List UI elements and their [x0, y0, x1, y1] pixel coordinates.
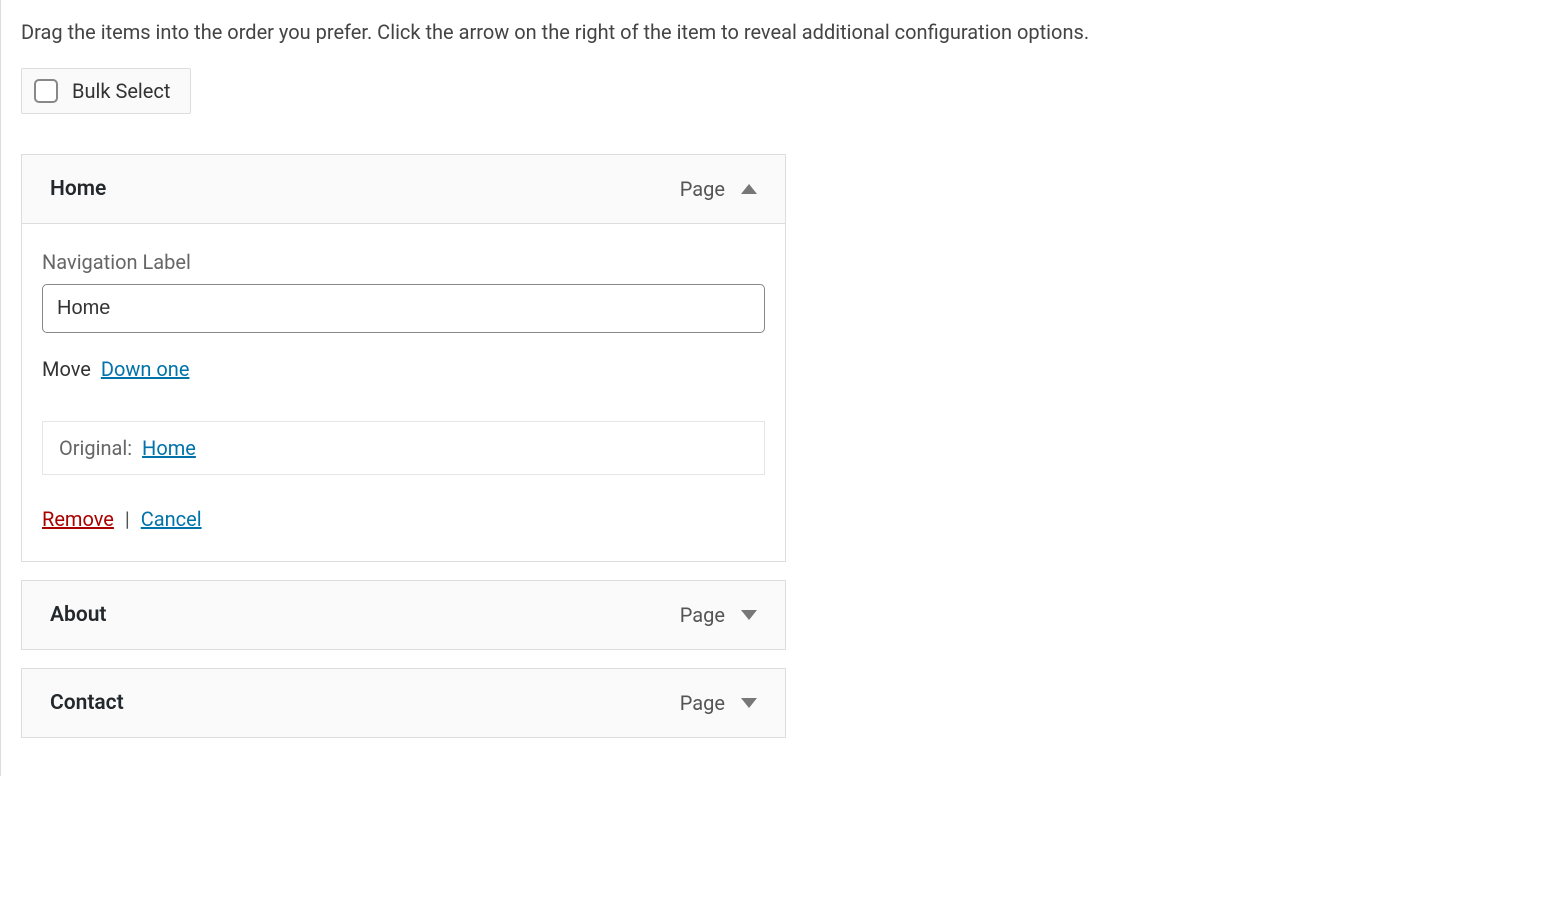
- menu-item-header[interactable]: Home Page: [21, 154, 786, 224]
- original-label: Original:: [59, 436, 132, 460]
- instructions-text: Drag the items into the order you prefer…: [21, 20, 1532, 44]
- actions-separator: |: [125, 507, 130, 531]
- menu-items-list: Home Page Navigation Label Move Down one…: [21, 154, 786, 738]
- menu-item: Home Page Navigation Label Move Down one…: [21, 154, 786, 562]
- move-row: Move Down one: [42, 357, 765, 381]
- original-link[interactable]: Home: [142, 436, 196, 460]
- menu-item-type: Page: [680, 691, 725, 715]
- menu-item-header[interactable]: About Page: [21, 580, 786, 650]
- bulk-select-toggle[interactable]: Bulk Select: [21, 68, 191, 114]
- chevron-down-icon[interactable]: [741, 698, 757, 708]
- menu-item-type-wrap: Page: [680, 177, 757, 201]
- menu-item-type-wrap: Page: [680, 691, 757, 715]
- menu-item: About Page: [21, 580, 786, 650]
- original-box: Original: Home: [42, 421, 765, 475]
- chevron-down-icon[interactable]: [741, 610, 757, 620]
- move-label: Move: [42, 357, 91, 381]
- move-down-one-link[interactable]: Down one: [101, 357, 190, 381]
- menu-item-body: Navigation Label Move Down one Original:…: [21, 224, 786, 562]
- bulk-select-checkbox[interactable]: [34, 79, 58, 103]
- navigation-label-input[interactable]: [42, 284, 765, 333]
- cancel-link[interactable]: Cancel: [141, 507, 202, 531]
- chevron-up-icon[interactable]: [741, 184, 757, 194]
- menu-item-type: Page: [680, 603, 725, 627]
- remove-link[interactable]: Remove: [42, 507, 114, 531]
- menu-item-header[interactable]: Contact Page: [21, 668, 786, 738]
- menu-item-title: About: [50, 603, 107, 627]
- menu-item-type-wrap: Page: [680, 603, 757, 627]
- menu-item: Contact Page: [21, 668, 786, 738]
- menu-item-type: Page: [680, 177, 725, 201]
- bulk-select-label: Bulk Select: [72, 79, 170, 103]
- navigation-label-caption: Navigation Label: [42, 250, 765, 274]
- menu-item-title: Contact: [50, 691, 124, 715]
- item-actions: Remove | Cancel: [42, 507, 765, 531]
- menu-item-title: Home: [50, 177, 106, 201]
